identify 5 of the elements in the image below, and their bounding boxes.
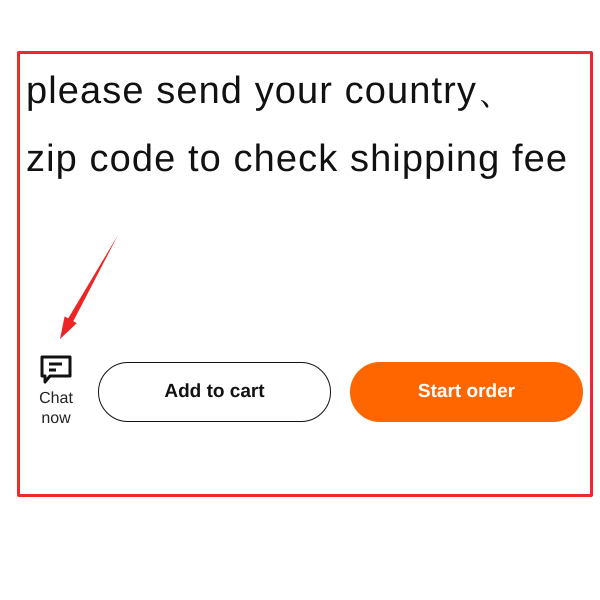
chat-icon[interactable] [40,355,72,385]
add-to-cart-button[interactable]: Add to cart [98,362,331,422]
chat-now-link[interactable]: Chat now [32,389,80,429]
message-line: zip code to check shipping fee [26,137,568,182]
message-line: please send your country、 [26,69,516,114]
